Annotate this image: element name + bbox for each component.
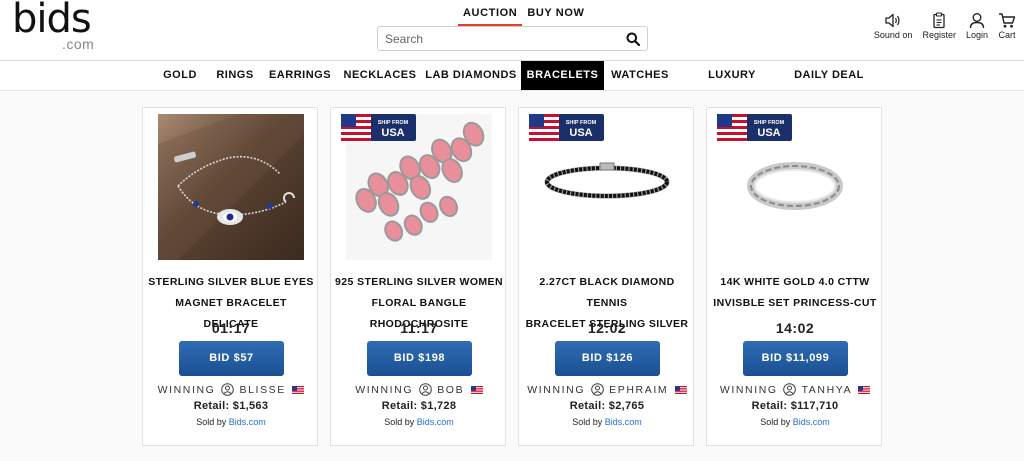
- product-title-line: 14K WHITE GOLD 4.0 CTTW: [720, 276, 870, 288]
- retail-price: Retail: $1,563: [193, 400, 269, 412]
- product-title-line: 925 STERLING SILVER WOMEN: [335, 276, 503, 288]
- product-card: SHIP FROM USA 2.27CT BLACK DIAMOND TENNI…: [518, 107, 694, 446]
- us-flag-icon: [292, 386, 305, 394]
- site-logo[interactable]: bids .com: [12, 0, 102, 54]
- user-circle-icon: [590, 383, 604, 396]
- badge-ship-text: SHIP FROM: [754, 120, 785, 126]
- winner-name: BLISSE: [239, 384, 286, 396]
- product-title-line: STERLING SILVER BLUE EYES: [148, 276, 314, 288]
- cart-link[interactable]: Cart: [998, 12, 1016, 40]
- product-title-line: 2.27CT BLACK DIAMOND TENNIS: [539, 276, 675, 309]
- winner-name: BOB: [437, 384, 465, 396]
- search-box: [377, 26, 648, 51]
- auction-timer: 01:17: [211, 320, 251, 336]
- badge-country-text: USA: [757, 127, 780, 139]
- retail-price: Retail: $2,765: [569, 400, 645, 412]
- sold-by: Sold by Bids.com: [331, 417, 507, 427]
- retail-price: Retail: $117,710: [751, 400, 839, 412]
- cart-label: Cart: [998, 30, 1016, 40]
- auction-timer: 12:02: [587, 320, 627, 336]
- sold-by-label: Sold by: [760, 417, 791, 427]
- bid-button[interactable]: BID $57: [179, 341, 284, 376]
- seller-link[interactable]: Bids.com: [793, 417, 830, 427]
- winning-label: WINNING: [355, 384, 414, 396]
- sound-label: Sound on: [873, 30, 913, 40]
- category-watches[interactable]: WATCHES: [610, 61, 670, 90]
- sold-by-label: Sold by: [196, 417, 227, 427]
- login-label: Login: [965, 30, 988, 40]
- register-label: Register: [922, 30, 956, 40]
- us-flag-icon: [674, 386, 687, 394]
- category-gold[interactable]: GOLD: [155, 61, 205, 90]
- badge-ship-text: SHIP FROM: [378, 120, 409, 126]
- badge-ship-text: SHIP FROM: [566, 120, 597, 126]
- sold-by: Sold by Bids.com: [143, 417, 319, 427]
- sold-by-label: Sold by: [572, 417, 603, 427]
- user-circle-icon: [221, 383, 234, 396]
- category-luxury-watches[interactable]: LUXURY WATCHES: [682, 61, 782, 110]
- auction-timer: 14:02: [775, 320, 815, 336]
- category-lab-diamonds[interactable]: LAB DIAMONDS: [425, 61, 517, 90]
- product-title-line: INVISBLE SET PRINCESS-CUT: [713, 297, 877, 309]
- winner-name: TANHYA: [801, 384, 852, 396]
- sold-by: Sold by Bids.com: [519, 417, 695, 427]
- ship-from-usa-badge: SHIP FROM USA: [717, 114, 792, 141]
- register-link[interactable]: Register: [922, 12, 956, 40]
- category-bracelets[interactable]: BRACELETS: [521, 61, 604, 90]
- bid-button[interactable]: BID $126: [555, 341, 660, 376]
- product-card: SHIP FROM USA 14K WHITE GOLD 4.0 CTTW IN…: [706, 107, 882, 446]
- seller-link[interactable]: Bids.com: [229, 417, 266, 427]
- site-header: bids .com AUCTION BUY NOW Sound on: [0, 0, 1024, 61]
- bid-button[interactable]: BID $11,099: [743, 341, 848, 376]
- winning-status: WINNING BLISSE: [143, 383, 319, 396]
- ship-from-usa-badge: SHIP FROM USA: [341, 114, 416, 141]
- us-flag-icon: [858, 386, 871, 394]
- category-necklaces[interactable]: NECKLACES: [341, 61, 419, 90]
- user-icon: [969, 13, 985, 29]
- mode-tabs: AUCTION BUY NOW: [458, 6, 589, 26]
- product-title[interactable]: 14K WHITE GOLD 4.0 CTTW INVISBLE SET PRI…: [711, 272, 879, 314]
- us-flag-icon: [470, 386, 483, 394]
- user-circle-icon: [783, 383, 797, 396]
- category-rings[interactable]: RINGS: [210, 61, 260, 90]
- logo-domain: .com: [62, 36, 95, 52]
- header-utilities: Sound on Register Login Cart: [864, 12, 1016, 40]
- user-circle-icon: [418, 383, 432, 396]
- search-input[interactable]: [385, 30, 615, 48]
- auction-timer: 11:17: [400, 320, 438, 336]
- login-link[interactable]: Login: [966, 12, 988, 40]
- ship-from-usa-badge: SHIP FROM USA: [529, 114, 604, 141]
- product-card: SHIP FROM USA 925 STERLING SILVER WOMEN …: [330, 107, 506, 446]
- tab-buy-now[interactable]: BUY NOW: [522, 6, 589, 26]
- retail-price: Retail: $1,728: [381, 400, 457, 412]
- sound-toggle[interactable]: Sound on: [873, 12, 913, 40]
- winner-name: EPHRAIM: [609, 384, 669, 396]
- badge-country-text: USA: [569, 127, 592, 139]
- product-image[interactable]: [158, 114, 304, 260]
- sold-by-label: Sold by: [384, 417, 415, 427]
- winning-status: WINNING EPHRAIM: [519, 383, 695, 396]
- badge-country-text: USA: [381, 127, 404, 139]
- cart-icon: [999, 13, 1016, 28]
- search-icon[interactable]: [626, 32, 640, 46]
- winning-status: WINNING TANHYA: [707, 383, 883, 396]
- category-daily-deal[interactable]: DAILY DEAL: [794, 61, 864, 90]
- category-nav: GOLD RINGS EARRINGS NECKLACES LAB DIAMON…: [0, 61, 1024, 110]
- seller-link[interactable]: Bids.com: [605, 417, 642, 427]
- category-earrings[interactable]: EARRINGS: [266, 61, 334, 90]
- winning-label: WINNING: [719, 384, 778, 396]
- seller-link[interactable]: Bids.com: [417, 417, 454, 427]
- sold-by: Sold by Bids.com: [707, 417, 883, 427]
- clipboard-icon: [933, 12, 945, 29]
- winning-label: WINNING: [157, 384, 216, 396]
- winning-label: WINNING: [527, 384, 586, 396]
- speaker-icon: [885, 13, 900, 28]
- tab-auction[interactable]: AUCTION: [458, 6, 523, 26]
- product-card: STERLING SILVER BLUE EYES MAGNET BRACELE…: [142, 107, 318, 446]
- bid-button[interactable]: BID $198: [367, 341, 472, 376]
- winning-status: WINNING BOB: [331, 383, 507, 396]
